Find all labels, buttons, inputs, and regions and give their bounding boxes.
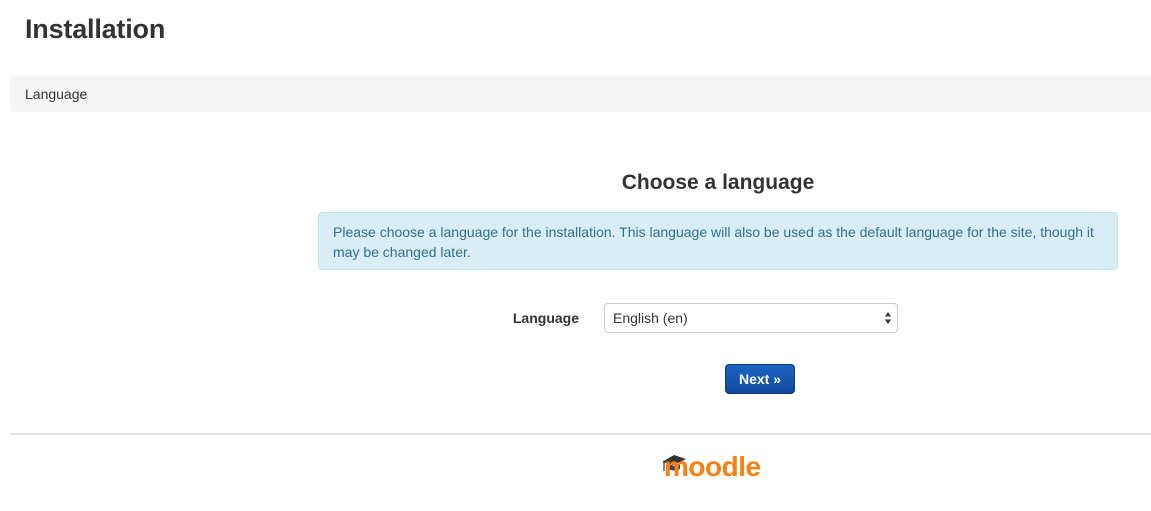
language-select[interactable]: English (en): [604, 303, 898, 333]
footer-divider: [10, 433, 1151, 435]
language-select-value: English (en): [613, 310, 688, 326]
stage-heading: Choose a language: [621, 171, 815, 194]
install-page: Installation Language Choose a language …: [0, 0, 1151, 511]
info-alert-text: Please choose a language for the install…: [333, 224, 1094, 260]
breadcrumb: Language: [25, 86, 88, 102]
moodle-logo[interactable]: moodle: [660, 447, 780, 483]
moodle-logo-text: moodle: [664, 451, 761, 482]
info-alert: Please choose a language for the install…: [318, 212, 1118, 270]
language-label: Language: [512, 310, 579, 326]
select-arrows-icon: [885, 312, 891, 324]
navbar: Language: [10, 76, 1151, 112]
page-title: Installation: [25, 14, 166, 44]
next-button[interactable]: Next »: [725, 364, 795, 394]
